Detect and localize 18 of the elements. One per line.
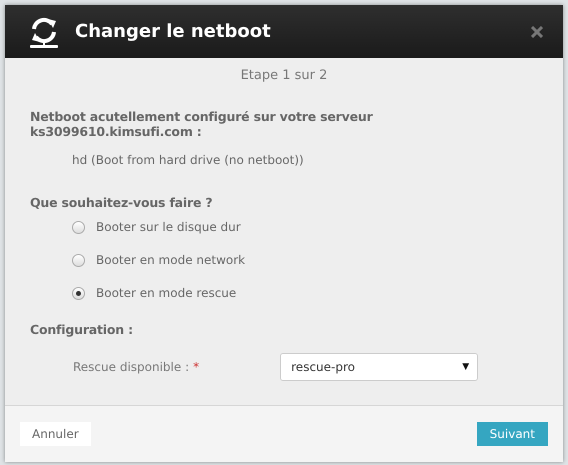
- step-indicator: Etape 1 sur 2: [240, 68, 328, 83]
- section-heading: Configuration :: [30, 322, 134, 337]
- next-button[interactable]: Suivant: [476, 422, 548, 446]
- section-heading: Que souhaitez-vous faire ?: [30, 195, 214, 210]
- rescue-dropdown[interactable]: rescue-pro ▼: [280, 353, 478, 381]
- close-icon[interactable]: [531, 26, 543, 38]
- radio-button[interactable]: [72, 220, 85, 234]
- section-heading: Netboot acutellement configuré sur votre serveur ks3099610.kimsufi.com :: [30, 109, 374, 139]
- required-mark: *: [193, 360, 200, 374]
- current-netboot: hd (Boot from hard drive (no netboot)): [72, 153, 305, 167]
- cancel-button[interactable]: Annuler: [20, 422, 91, 446]
- field-label: Rescue disponible :: [73, 360, 190, 374]
- option-label[interactable]: Booter en mode rescue: [96, 286, 236, 300]
- option-label[interactable]: Booter sur le disque dur: [96, 220, 241, 234]
- option-label[interactable]: Booter en mode network: [96, 253, 246, 267]
- radio-button[interactable]: [72, 254, 85, 266]
- radio-button[interactable]: [72, 286, 85, 300]
- dialog-title: Changer le netboot: [75, 21, 272, 42]
